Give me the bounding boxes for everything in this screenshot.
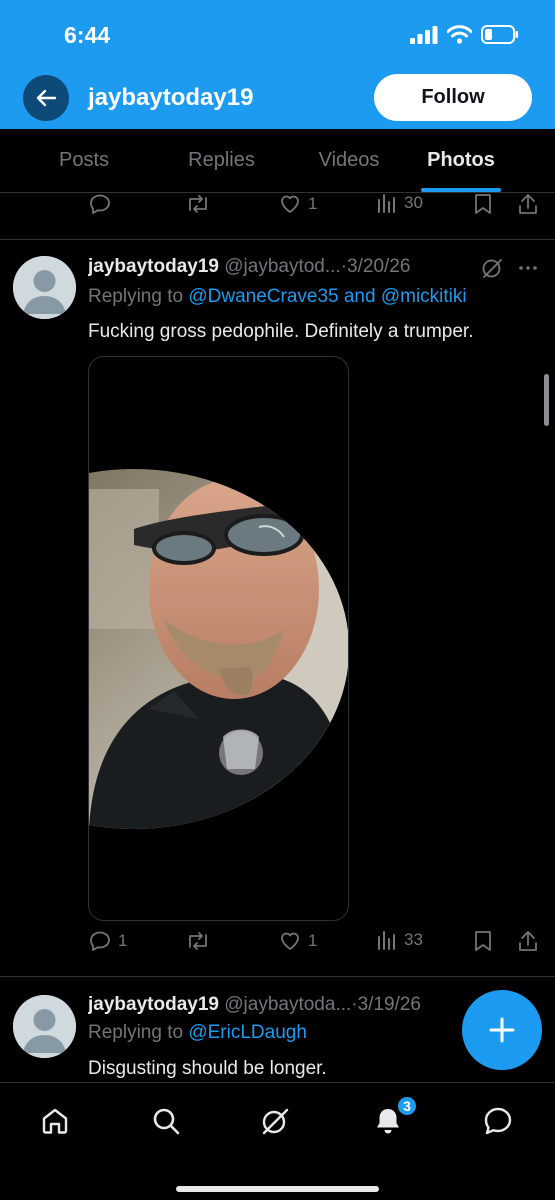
tweet-text: Disgusting should be longer. — [88, 1058, 327, 1079]
cellular-signal-icon — [410, 25, 438, 44]
reply-button[interactable] — [88, 192, 112, 216]
views-count: 33 — [404, 930, 423, 949]
nav-search[interactable] — [144, 1099, 188, 1143]
tweet-date[interactable]: 3/20/26 — [347, 256, 410, 277]
tweet-author-handle[interactable]: @jaybaytoda... — [224, 994, 351, 1015]
bookmark-icon — [475, 194, 491, 214]
grok-icon[interactable] — [480, 256, 504, 280]
chat-icon — [484, 1107, 512, 1135]
reply-icon — [90, 931, 110, 951]
wifi-icon — [447, 25, 472, 44]
reply-button[interactable]: 1 — [88, 929, 127, 953]
views-icon — [378, 194, 395, 213]
tweet-author-handle[interactable]: @jaybaytod... — [224, 256, 340, 277]
tweet-text: Fucking gross pedophile. Definitely a tr… — [88, 321, 474, 342]
replying-to-line: Replying to @DwaneCrave35 and @mickitiki — [88, 286, 467, 308]
tweet-media[interactable] — [88, 356, 349, 921]
repost-icon — [189, 195, 207, 213]
nav-home[interactable] — [33, 1099, 77, 1143]
replying-to-link[interactable]: @EricLDaugh — [188, 1022, 307, 1043]
tweet-author-name[interactable]: jaybaytoday19 — [88, 256, 219, 277]
like-button[interactable]: 1 — [278, 929, 317, 953]
default-avatar-icon — [13, 995, 76, 1058]
bookmark-button[interactable] — [472, 929, 494, 953]
like-count: 1 — [308, 194, 318, 213]
replying-prefix: Replying to — [88, 286, 189, 307]
heart-icon — [281, 195, 299, 213]
repost-icon — [189, 932, 207, 950]
nav-messages[interactable] — [476, 1099, 520, 1143]
avatar[interactable] — [13, 995, 76, 1058]
avatar[interactable] — [13, 256, 76, 319]
search-icon — [153, 1108, 180, 1135]
repost-button[interactable] — [185, 929, 211, 953]
heart-icon — [281, 932, 299, 950]
tweet-header: jaybaytoday19 @jaybaytoda...·3/19/26 — [88, 994, 468, 1016]
views-icon — [378, 931, 395, 950]
profile-tabs: Posts Replies Videos Photos — [0, 129, 555, 193]
tab-replies[interactable]: Replies — [168, 129, 275, 192]
tweet-date[interactable]: 3/19/26 — [358, 994, 421, 1015]
nav-grok[interactable] — [253, 1099, 297, 1143]
notification-badge: 3 — [396, 1095, 418, 1117]
replying-to-line: Replying to @EricLDaugh — [88, 1022, 307, 1044]
like-button[interactable]: 1 — [278, 192, 317, 216]
photo-image — [89, 469, 348, 829]
profile-header: 6:44 jaybaytoday19 Follow — [0, 0, 555, 129]
tab-posts[interactable]: Posts — [0, 129, 168, 192]
share-icon — [519, 931, 537, 951]
replying-prefix: Replying to — [88, 1022, 189, 1043]
arrow-left-icon — [36, 89, 57, 107]
share-button[interactable] — [517, 192, 539, 216]
views-button[interactable]: 33 — [376, 929, 423, 951]
more-options-icon[interactable] — [516, 256, 540, 280]
back-button[interactable] — [23, 75, 69, 121]
repost-button[interactable] — [185, 192, 211, 216]
bookmark-icon — [475, 931, 491, 951]
replying-to-link[interactable]: @DwaneCrave35 and @mickitiki — [188, 286, 466, 307]
follow-button[interactable]: Follow — [374, 74, 532, 121]
reply-count: 1 — [118, 931, 128, 950]
grok-icon — [262, 1108, 289, 1135]
share-icon — [519, 194, 537, 214]
scrollbar-thumb[interactable] — [544, 374, 549, 426]
bottom-nav — [0, 1082, 555, 1200]
tweet-divider — [0, 976, 555, 977]
like-count: 1 — [308, 931, 318, 950]
views-button[interactable]: 30 — [376, 192, 423, 214]
tweet-action-bar: 1 1 33 — [88, 929, 543, 963]
home-indicator — [176, 1186, 379, 1192]
views-count: 30 — [404, 193, 423, 212]
tweet-author-name[interactable]: jaybaytoday19 — [88, 994, 219, 1015]
status-time: 6:44 — [64, 22, 111, 48]
reply-icon — [90, 194, 110, 214]
header-username: jaybaytoday19 — [88, 84, 254, 111]
tweet-divider — [0, 239, 555, 240]
tweet-action-bar: 1 30 — [88, 192, 543, 226]
tweet-header: jaybaytoday19 @jaybaytod...·3/20/26 — [88, 256, 528, 278]
tab-photos[interactable]: Photos — [423, 129, 499, 192]
home-icon — [42, 1108, 68, 1134]
default-avatar-icon — [13, 256, 76, 319]
tab-videos[interactable]: Videos — [275, 129, 423, 192]
compose-post-button[interactable] — [462, 990, 542, 1070]
status-icons — [410, 25, 519, 44]
tweet-photo — [89, 469, 348, 829]
share-button[interactable] — [517, 929, 539, 953]
bookmark-button[interactable] — [472, 192, 494, 216]
battery-icon — [481, 25, 518, 44]
plus-icon — [489, 1017, 515, 1043]
